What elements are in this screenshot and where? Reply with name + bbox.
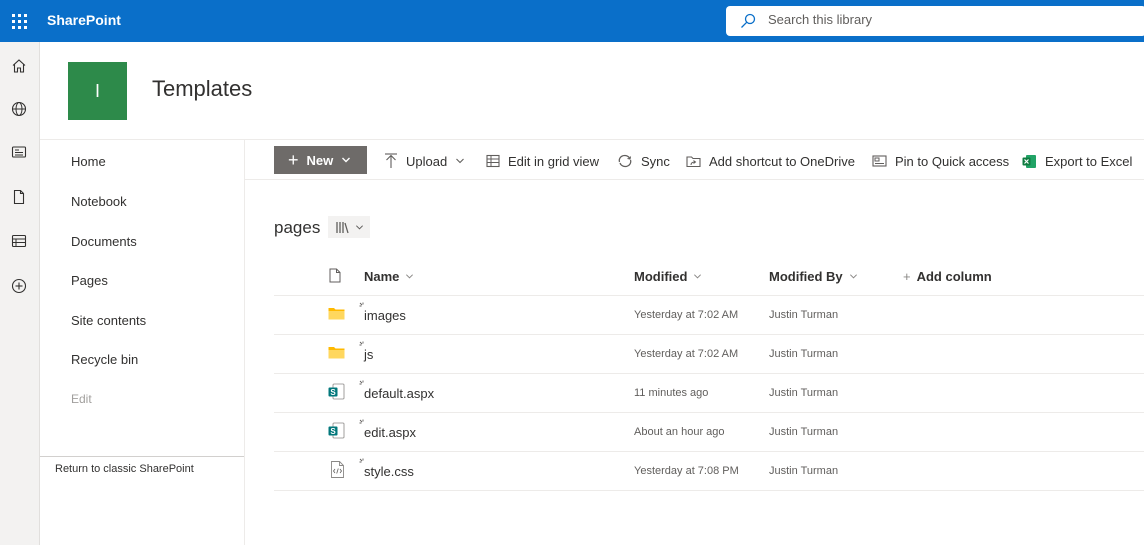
export-excel-label: Export to Excel: [1045, 153, 1133, 169]
add-column-label: Add column: [916, 269, 992, 284]
return-to-classic-link[interactable]: Return to classic SharePoint: [55, 463, 194, 475]
modified-by[interactable]: Justin Turman: [769, 426, 838, 438]
file-type-icon: [329, 268, 341, 283]
nav-item-documents[interactable]: Documents: [71, 234, 137, 249]
modified-date: About an hour ago: [634, 426, 725, 438]
table-row[interactable]: S default.aspx 11 minutes ago Justin Tur…: [274, 374, 1144, 413]
modified-date: Yesterday at 7:02 AM: [634, 309, 739, 321]
suite-bar: SharePoint: [0, 0, 1144, 42]
nav-item-site-contents[interactable]: Site contents: [71, 313, 146, 328]
plus-icon: +: [903, 269, 911, 284]
modified-column-header[interactable]: Modified: [634, 269, 702, 284]
lists-icon[interactable]: [8, 230, 30, 252]
search-box[interactable]: [726, 6, 1144, 36]
app-launcher-button[interactable]: [0, 0, 38, 42]
plus-icon: +: [288, 150, 299, 170]
svg-text:S: S: [330, 427, 336, 436]
sync-label: Sync: [641, 153, 670, 169]
sharepoint-page-icon: S: [328, 383, 345, 400]
create-icon[interactable]: [8, 275, 30, 297]
nav-item-home[interactable]: Home: [71, 154, 106, 169]
view-switcher-button[interactable]: [328, 216, 370, 238]
new-button[interactable]: + New: [274, 146, 367, 174]
modified-by[interactable]: Justin Turman: [769, 309, 838, 321]
shortcut-icon: [686, 156, 701, 168]
chevron-down-icon: [456, 158, 465, 164]
excel-icon: [1022, 154, 1036, 168]
library-view-icon: [335, 222, 349, 234]
sync-button[interactable]: Sync: [617, 152, 670, 170]
search-input[interactable]: [768, 12, 1128, 27]
table-row[interactable]: images Yesterday at 7:02 AM Justin Turma…: [274, 296, 1144, 335]
pin-quick-access-button[interactable]: Pin to Quick access: [872, 152, 1009, 170]
document-icon[interactable]: [8, 186, 30, 208]
site-logo[interactable]: I: [68, 62, 127, 120]
modified-by-column-label: Modified By: [769, 269, 843, 284]
new-button-label: New: [306, 152, 334, 168]
nav-item-recycle-bin[interactable]: Recycle bin: [71, 352, 138, 367]
nav-divider: [40, 456, 244, 457]
site-title[interactable]: Templates: [152, 76, 252, 102]
file-name[interactable]: style.css: [364, 464, 414, 479]
modified-by[interactable]: Justin Turman: [769, 387, 838, 399]
upload-icon: [385, 153, 397, 168]
table-row[interactable]: S edit.aspx About an hour ago Justin Tur…: [274, 413, 1144, 452]
search-icon: [741, 13, 756, 28]
add-shortcut-label: Add shortcut to OneDrive: [709, 153, 855, 169]
news-icon[interactable]: [8, 141, 30, 163]
nav-item-notebook[interactable]: Notebook: [71, 194, 127, 209]
file-type-column-header[interactable]: [329, 268, 341, 283]
upload-label: Upload: [406, 153, 448, 169]
app-bar: [0, 42, 40, 545]
nav-item-pages[interactable]: Pages: [71, 273, 108, 288]
chevron-down-icon: [342, 157, 351, 163]
file-name[interactable]: default.aspx: [364, 386, 434, 401]
app-name-link[interactable]: SharePoint: [47, 12, 121, 28]
grid-icon: [486, 154, 500, 168]
chevron-down-icon: [355, 224, 363, 230]
modified-date: Yesterday at 7:02 AM: [634, 348, 739, 360]
add-shortcut-onedrive-button[interactable]: Add shortcut to OneDrive: [686, 152, 855, 170]
left-navigation: Home Notebook Documents Pages Site conte…: [40, 140, 245, 545]
command-bar-divider: [245, 179, 1144, 180]
modified-by-column-header[interactable]: Modified By: [769, 269, 858, 284]
modified-column-label: Modified: [634, 269, 688, 284]
file-name[interactable]: edit.aspx: [364, 425, 416, 440]
export-excel-button[interactable]: Export to Excel: [1022, 152, 1132, 170]
file-name[interactable]: js: [364, 347, 373, 362]
modified-by[interactable]: Justin Turman: [769, 465, 838, 477]
home-icon[interactable]: [8, 55, 30, 77]
svg-text:S: S: [330, 388, 336, 397]
chevron-down-icon: [406, 274, 414, 279]
upload-button[interactable]: Upload: [384, 152, 465, 170]
library-title: pages: [274, 218, 321, 237]
folder-icon: [328, 347, 345, 359]
pin-quick-access-label: Pin to Quick access: [895, 153, 1010, 169]
waffle-icon: [11, 13, 27, 29]
edit-grid-view-button[interactable]: Edit in grid view: [486, 152, 599, 170]
table-row[interactable]: js Yesterday at 7:02 AM Justin Turman: [274, 335, 1144, 374]
file-name[interactable]: images: [364, 308, 406, 323]
edit-grid-view-label: Edit in grid view: [508, 153, 600, 169]
globe-icon[interactable]: [8, 98, 30, 120]
chevron-down-icon: [694, 274, 702, 279]
chevron-down-icon: [849, 274, 857, 279]
nav-edit-link[interactable]: Edit: [71, 392, 92, 406]
name-column-label: Name: [364, 269, 400, 284]
sharepoint-page-icon: S: [328, 422, 345, 439]
modified-date: 11 minutes ago: [634, 387, 709, 399]
sync-icon: [618, 154, 632, 168]
modified-date: Yesterday at 7:08 PM: [634, 465, 739, 477]
table-row[interactable]: style.css Yesterday at 7:08 PM Justin Tu…: [274, 452, 1144, 491]
pin-icon: [872, 155, 887, 167]
name-column-header[interactable]: Name: [364, 269, 414, 284]
add-column-button[interactable]: + Add column: [903, 269, 992, 284]
code-file-icon: [331, 461, 344, 478]
folder-icon: [328, 308, 345, 320]
modified-by[interactable]: Justin Turman: [769, 348, 838, 360]
